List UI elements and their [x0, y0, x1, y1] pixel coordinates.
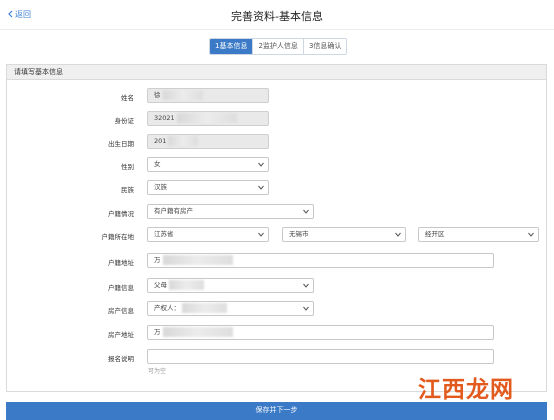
chevron-down-icon	[303, 306, 309, 311]
gender-select[interactable]: 女	[147, 157, 269, 172]
ethnicity-select[interactable]: 汉族	[147, 180, 269, 195]
redaction-blur	[176, 113, 237, 123]
household-status-value: 有户籍有房产	[154, 207, 193, 215]
household-info-value: 父母	[154, 281, 167, 289]
property-info-label: 房产信息	[108, 307, 134, 315]
name-label: 姓名	[121, 94, 134, 102]
gender-label: 性别	[121, 163, 134, 171]
province-value: 江苏省	[154, 230, 174, 238]
tab-confirm-info[interactable]: 3信息确认	[303, 39, 347, 54]
household-info-label: 户籍信息	[108, 284, 134, 292]
redaction-blur	[182, 303, 227, 313]
id-card-field: 32021	[147, 111, 269, 126]
household-status-select[interactable]: 有户籍有房产	[147, 204, 314, 219]
property-address-label: 房产地址	[108, 331, 134, 339]
id-card-value: 32021	[154, 114, 175, 122]
name-field: 徐	[147, 88, 269, 103]
note-label: 报名说明	[108, 355, 134, 363]
chevron-down-icon	[258, 162, 264, 167]
redaction-blur	[162, 327, 233, 337]
redaction-blur	[169, 280, 204, 290]
redaction-blur	[168, 136, 199, 146]
chevron-down-icon	[258, 185, 264, 190]
tab-guardian-info[interactable]: 2监护人信息	[253, 39, 304, 54]
province-select[interactable]: 江苏省	[147, 227, 269, 242]
watermark-logo: 江西龙网	[418, 377, 514, 403]
id-card-label: 身份证	[114, 117, 135, 125]
chevron-down-icon	[303, 209, 309, 214]
birth-field: 201	[147, 134, 269, 149]
property-info-select[interactable]: 产权人：	[147, 301, 314, 316]
redaction-blur	[162, 255, 233, 265]
household-info-select[interactable]: 父母	[147, 278, 314, 293]
birth-label: 出生日期	[108, 140, 134, 148]
household-location-label: 户籍所在地	[101, 233, 135, 241]
household-address-value: 万	[154, 256, 161, 264]
birth-value: 201	[154, 137, 167, 145]
household-address-input[interactable]: 万	[147, 253, 494, 268]
chevron-down-icon	[528, 232, 534, 237]
note-input[interactable]	[147, 349, 494, 364]
note-hint: 可为空	[148, 368, 167, 375]
ethnicity-label: 民族	[121, 186, 134, 194]
property-info-value: 产权人：	[154, 304, 180, 312]
save-next-button[interactable]: 保存并下一步	[6, 402, 547, 420]
panel-title: 请填写基本信息	[7, 65, 546, 80]
chevron-down-icon	[303, 283, 309, 288]
property-address-input[interactable]: 万	[147, 325, 494, 340]
city-select[interactable]: 无锡市	[282, 227, 406, 242]
tab-basic-info[interactable]: 1基本信息	[210, 39, 254, 54]
property-address-value: 万	[154, 328, 161, 336]
top-bar: 返回 完善资料-基本信息	[0, 0, 554, 30]
name-value: 徐	[154, 91, 161, 99]
city-value: 无锡市	[289, 230, 309, 238]
gender-value: 女	[154, 160, 161, 168]
household-address-label: 户籍地址	[108, 259, 134, 267]
chevron-down-icon	[395, 232, 401, 237]
page-title: 完善资料-基本信息	[231, 10, 323, 23]
ethnicity-value: 汉族	[154, 183, 167, 191]
redaction-blur	[162, 90, 203, 100]
step-tabs: 1基本信息 2监护人信息 3信息确认	[209, 38, 348, 55]
district-select[interactable]: 经开区	[418, 227, 539, 242]
household-status-label: 户籍情况	[108, 210, 134, 218]
district-value: 经开区	[425, 230, 445, 238]
chevron-down-icon	[258, 232, 264, 237]
